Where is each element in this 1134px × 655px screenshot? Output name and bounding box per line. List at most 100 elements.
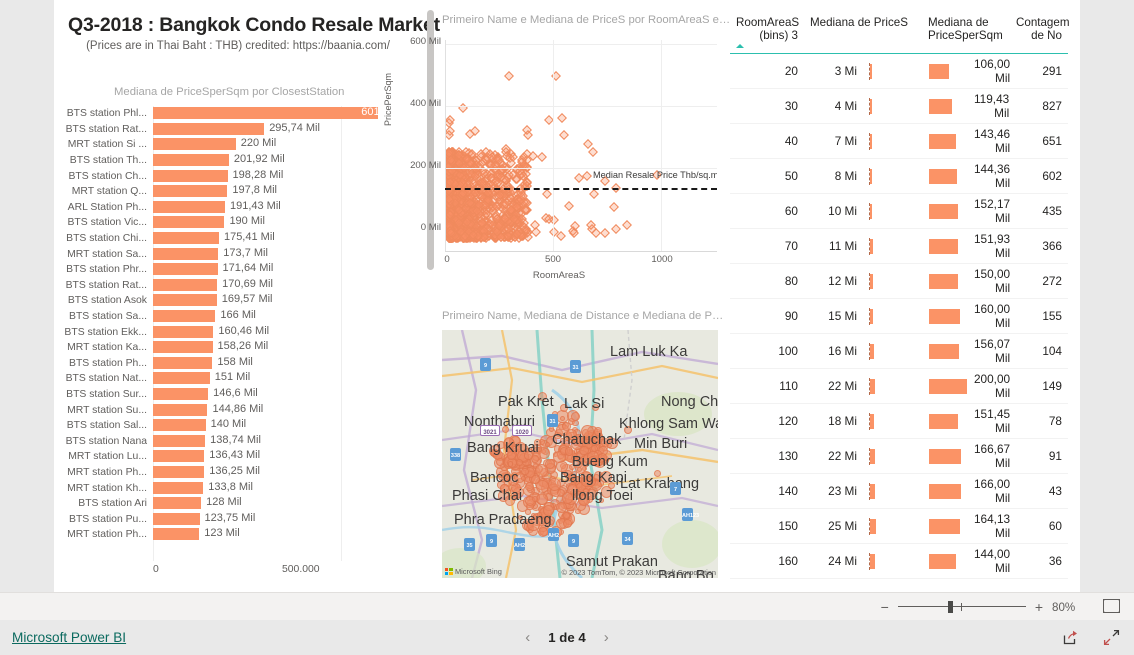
bar-chart-row[interactable]: BTS station Rat... 170,69 Mil <box>60 278 378 294</box>
map-bubble[interactable] <box>570 412 580 422</box>
bar-fill[interactable] <box>153 356 213 369</box>
scatter-point[interactable] <box>589 189 600 200</box>
bar-chart-row[interactable]: MRT station Kh... 133,8 Mil <box>60 480 378 496</box>
scatter-point[interactable] <box>559 129 570 140</box>
map-bubble[interactable] <box>495 458 504 467</box>
data-table[interactable]: RoomAreaS (bins) 3 Mediana de PriceS Med… <box>730 14 1070 584</box>
bar-chart-row[interactable]: MRT station Lu... 136,43 Mil <box>60 449 378 465</box>
bar-fill[interactable] <box>153 263 218 276</box>
bar-fill[interactable] <box>153 200 225 213</box>
table-row[interactable]: 30 4 Mi 119,43 Mil 827 <box>730 88 1068 124</box>
bar-chart-row[interactable]: ARL Station Ph... 191,43 Mil <box>60 200 378 216</box>
bar-chart-row[interactable]: BTS station Ch... 198,28 Mil <box>60 168 378 184</box>
bar-fill[interactable] <box>153 278 218 291</box>
bar-fill[interactable] <box>153 403 208 416</box>
map-visual[interactable]: Primeiro Name, Mediana de Distance e Med… <box>387 310 727 588</box>
bar-chart-row[interactable]: BTS station Asok 169,57 Mil <box>60 293 378 309</box>
bar-fill[interactable] <box>153 325 214 338</box>
data-table-visual[interactable]: RoomAreaS (bins) 3 Mediana de PriceS Med… <box>730 14 1080 584</box>
map-bubble[interactable] <box>535 464 548 477</box>
share-icon[interactable] <box>1062 629 1079 646</box>
bar-chart-row[interactable]: MRT station Ph... 136,25 Mil <box>60 465 378 481</box>
bar-fill[interactable] <box>153 481 204 494</box>
table-row[interactable]: 40 7 Mi 143,46 Mil 651 <box>730 123 1068 159</box>
table-row[interactable]: 60 10 Mi 152,17 Mil 435 <box>730 193 1068 229</box>
next-page-button[interactable]: › <box>604 629 609 646</box>
bar-fill[interactable] <box>153 465 205 478</box>
bar-fill[interactable] <box>153 247 219 260</box>
zoom-out-button[interactable]: − <box>881 599 889 615</box>
bar-chart-row[interactable]: BTS station Ekk... 160,46 Mil <box>60 324 378 340</box>
table-row[interactable]: 50 8 Mi 144,36 Mil 602 <box>730 158 1068 194</box>
bar-chart-row[interactable]: BTS station Nana 138,74 Mil <box>60 433 378 449</box>
column-header-pricepersqm[interactable]: Mediana de PriceSperSqm <box>922 14 1010 54</box>
bar-fill[interactable] <box>153 216 225 229</box>
scatter-point[interactable] <box>581 170 592 181</box>
bar-chart-row[interactable]: MRT station Q... 197,8 Mil <box>60 184 378 200</box>
table-row[interactable]: 160 24 Mi 144,00 Mil 36 <box>730 543 1068 579</box>
scatter-plot[interactable]: PricePerSqm 600 Mil 400 Mil 200 Mil 0 Mi… <box>383 36 727 286</box>
bar-chart-plot[interactable]: BTS station Phl...601,09 MilBTS station … <box>60 106 378 561</box>
bar-chart-visual[interactable]: Mediana de PriceSperSqm por ClosestStati… <box>60 86 390 586</box>
zoom-in-button[interactable]: + <box>1035 599 1043 615</box>
fullscreen-icon[interactable] <box>1103 629 1120 646</box>
bar-fill[interactable] <box>153 497 202 510</box>
column-header-bins[interactable]: RoomAreaS (bins) 3 <box>730 14 804 54</box>
map-frame[interactable]: Lam Luk Ka Pak Kret Lak Si Nong Ch Nonthabur… <box>442 330 718 578</box>
bar-chart-row[interactable]: BTS station Ph... 158 Mil <box>60 356 378 372</box>
bar-fill[interactable] <box>153 419 206 432</box>
bar-fill[interactable] <box>153 138 236 151</box>
table-row[interactable]: 120 18 Mi 151,45 Mil 78 <box>730 403 1068 439</box>
column-header-price[interactable]: Mediana de PriceS <box>804 14 922 54</box>
bar-chart-row[interactable]: BTS station Th... 201,92 Mil <box>60 153 378 169</box>
bar-fill[interactable] <box>153 107 378 120</box>
powerbi-brand-link[interactable]: Microsoft Power BI <box>12 630 126 645</box>
scatter-point[interactable] <box>541 188 552 199</box>
bar-chart-row[interactable]: MRT station Su... 144,86 Mil <box>60 402 378 418</box>
bar-chart-row[interactable]: BTS station Sa... 166 Mil <box>60 309 378 325</box>
bar-chart-row[interactable]: BTS station Phl... 601,09 Mil <box>60 106 378 122</box>
bar-fill[interactable] <box>153 512 200 525</box>
bar-fill[interactable] <box>153 154 229 167</box>
bar-fill[interactable] <box>153 341 213 354</box>
bar-chart-row[interactable]: MRT station Ka... 158,26 Mil <box>60 340 378 356</box>
bar-chart-row[interactable]: MRT station Sa... 173,7 Mil <box>60 246 378 262</box>
bar-fill[interactable] <box>153 450 205 463</box>
table-row[interactable]: 140 23 Mi 166,00 Mil 43 <box>730 473 1068 509</box>
zoom-slider[interactable] <box>897 601 1026 613</box>
bar-fill[interactable] <box>153 387 209 400</box>
bar-fill[interactable] <box>153 294 217 307</box>
map-bubble[interactable] <box>516 459 523 466</box>
bar-chart-row[interactable]: MRT station Ph... 123 Mil <box>60 527 378 543</box>
fit-to-page-icon[interactable] <box>1103 599 1120 613</box>
zoom-slider-thumb[interactable] <box>947 601 953 613</box>
column-header-count[interactable]: Contagem de No <box>1010 14 1070 54</box>
bar-chart-row[interactable]: BTS station Nat... 151 Mil <box>60 371 378 387</box>
scatter-point[interactable] <box>608 202 619 213</box>
bar-fill[interactable] <box>153 169 228 182</box>
scatter-point[interactable] <box>610 223 621 234</box>
bar-fill[interactable] <box>153 372 210 385</box>
bar-chart-row[interactable]: BTS station Phr... 171,64 Mil <box>60 262 378 278</box>
scatter-point[interactable] <box>458 103 468 113</box>
scatter-point[interactable] <box>556 112 567 123</box>
bar-chart-row[interactable]: MRT station Si ... 220 Mil <box>60 137 378 153</box>
scatter-point[interactable] <box>530 220 541 231</box>
scatter-point[interactable] <box>590 228 601 239</box>
scatter-point[interactable] <box>564 201 575 212</box>
table-row[interactable]: 70 11 Mi 151,93 Mil 366 <box>730 228 1068 264</box>
scatter-point[interactable] <box>504 71 515 82</box>
bar-fill[interactable] <box>153 122 265 135</box>
bar-chart-row[interactable]: BTS station Sal... 140 Mil <box>60 418 378 434</box>
scatter-point[interactable] <box>621 220 632 230</box>
table-row[interactable]: 150 25 Mi 164,13 Mil 60 <box>730 508 1068 544</box>
table-row[interactable]: 20 3 Mi 106,00 Mil 291 <box>730 53 1068 89</box>
bar-chart-row[interactable]: BTS station Sur... 146,6 Mil <box>60 387 378 403</box>
bar-chart-row[interactable]: BTS station Pu... 123,75 Mil <box>60 511 378 527</box>
bar-fill[interactable] <box>153 434 206 447</box>
table-row[interactable]: 110 22 Mi 200,00 Mil 149 <box>730 368 1068 404</box>
sort-ascending-icon[interactable] <box>736 44 744 48</box>
bar-chart-row[interactable]: BTS station Rat... 295,74 Mil <box>60 122 378 138</box>
bar-chart-row[interactable]: BTS station Ari 128 Mil <box>60 496 378 512</box>
scatter-points-area[interactable]: Median Resale Price Thb/sq.m. <box>445 40 717 252</box>
